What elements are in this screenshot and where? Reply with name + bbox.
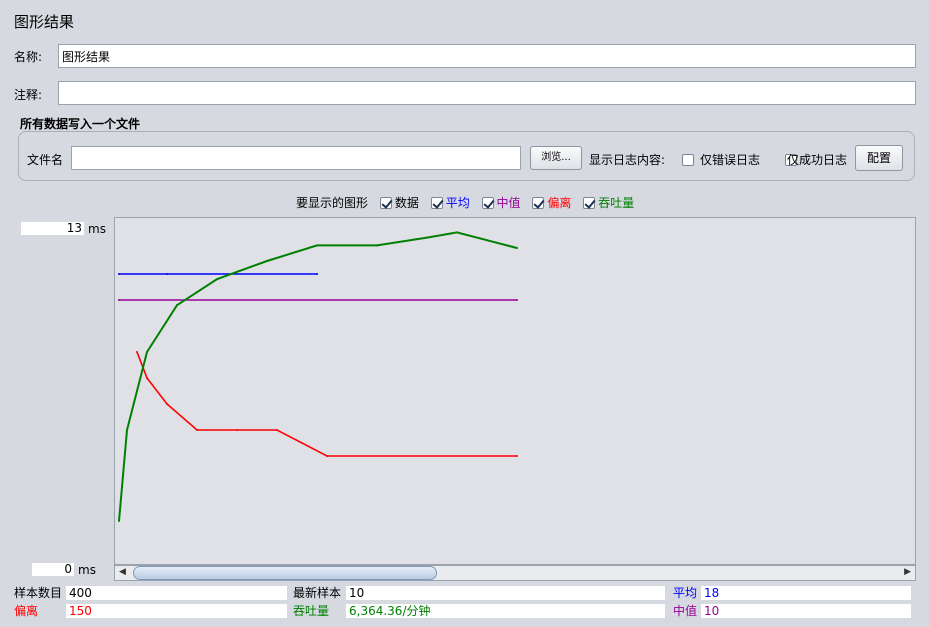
- series-line-2: [136, 351, 517, 457]
- series-2-point-6: [326, 455, 328, 457]
- samples-label: 样本数目: [14, 586, 63, 600]
- legend-data-checkbox[interactable]: [379, 196, 392, 209]
- configure-button[interactable]: 配置: [855, 145, 903, 171]
- graph-horizontal-scrollbar[interactable]: ◀ ▶: [114, 565, 916, 581]
- series-0-point-1: [166, 273, 168, 275]
- y-max-unit: ms: [88, 222, 106, 236]
- series-2-point-2: [166, 403, 168, 405]
- series-2-point-7: [516, 455, 518, 457]
- name-input[interactable]: [58, 44, 916, 68]
- series-3-point-0: [118, 520, 120, 522]
- browse-button[interactable]: 浏览...: [530, 146, 582, 170]
- y-min-unit: ms: [78, 563, 96, 577]
- deviation-value: 150: [66, 604, 287, 618]
- legend-deviation-checkbox[interactable]: [532, 196, 545, 209]
- series-3-point-4: [216, 278, 218, 281]
- panel-title: 图形结果: [14, 13, 75, 31]
- legend-throughput-label: 吞吐量: [598, 196, 635, 210]
- success-only-label: 仅成功日志: [787, 153, 848, 167]
- legend-median-label: 中值: [496, 196, 521, 210]
- series-3-point-8: [426, 236, 428, 239]
- errors-only-checkbox[interactable]: [682, 153, 694, 166]
- series-3-point-2: [146, 351, 148, 353]
- legend-throughput-checkbox[interactable]: [583, 196, 596, 209]
- series-3-point-10: [496, 241, 498, 244]
- throughput-label: 吞吐量: [293, 604, 330, 618]
- series-1-point-1: [516, 299, 518, 301]
- comment-input[interactable]: [58, 81, 916, 105]
- samples-value: 400: [66, 586, 287, 600]
- graph-legend: 要显示的图形 数据 平均 中值 偏离 吞吐量: [296, 194, 642, 210]
- series-2-point-0: [136, 351, 138, 353]
- scroll-right-icon[interactable]: ▶: [904, 567, 911, 577]
- series-2-point-5: [276, 429, 278, 431]
- graph-chart: [118, 231, 518, 522]
- name-label: 名称:: [14, 50, 43, 64]
- scrollbar-thumb[interactable]: [133, 566, 437, 580]
- legend-deviation-label: 偏离: [547, 196, 572, 210]
- average-label: 平均: [673, 586, 698, 600]
- median-label: 中值: [673, 604, 698, 618]
- y-min-value: 0: [32, 563, 74, 576]
- throughput-value: 6,364.36/分钟: [346, 604, 665, 618]
- series-3-point-5: [266, 260, 268, 262]
- series-3-point-7: [376, 244, 378, 247]
- file-section-title: 所有数据写入一个文件: [20, 117, 141, 131]
- series-0-point-0: [118, 273, 120, 275]
- series-line-3: [118, 231, 518, 522]
- series-2-point-1: [146, 377, 148, 379]
- legend-average-checkbox[interactable]: [430, 196, 443, 209]
- legend-data-label: 数据: [394, 196, 419, 210]
- series-3-point-6: [316, 244, 318, 247]
- legend-heading: 要显示的图形: [296, 196, 369, 210]
- filename-label: 文件名: [27, 153, 64, 167]
- series-0-point-2: [316, 273, 318, 275]
- series-3-point-9: [456, 231, 458, 234]
- series-3-point-3: [176, 304, 178, 307]
- filename-input[interactable]: [71, 146, 521, 170]
- average-value: 18: [701, 586, 911, 600]
- deviation-label: 偏离: [14, 604, 39, 618]
- log-content-label: 显示日志内容:: [589, 153, 666, 167]
- series-3-point-11: [516, 247, 518, 249]
- errors-only-label: 仅错误日志: [700, 153, 761, 167]
- legend-average-label: 平均: [445, 196, 470, 210]
- scroll-left-icon[interactable]: ◀: [119, 567, 126, 577]
- median-value: 10: [701, 604, 911, 618]
- series-2-point-3: [196, 429, 198, 431]
- series-2-point-4: [236, 429, 238, 431]
- graph-plot-area: [114, 217, 916, 565]
- latest-value: 10: [346, 586, 665, 600]
- legend-median-checkbox[interactable]: [481, 196, 494, 209]
- series-1-point-0: [118, 299, 120, 301]
- latest-label: 最新样本: [293, 586, 342, 600]
- series-3-point-1: [126, 429, 128, 431]
- comment-label: 注释:: [14, 88, 43, 102]
- y-max-value: 13: [21, 222, 84, 235]
